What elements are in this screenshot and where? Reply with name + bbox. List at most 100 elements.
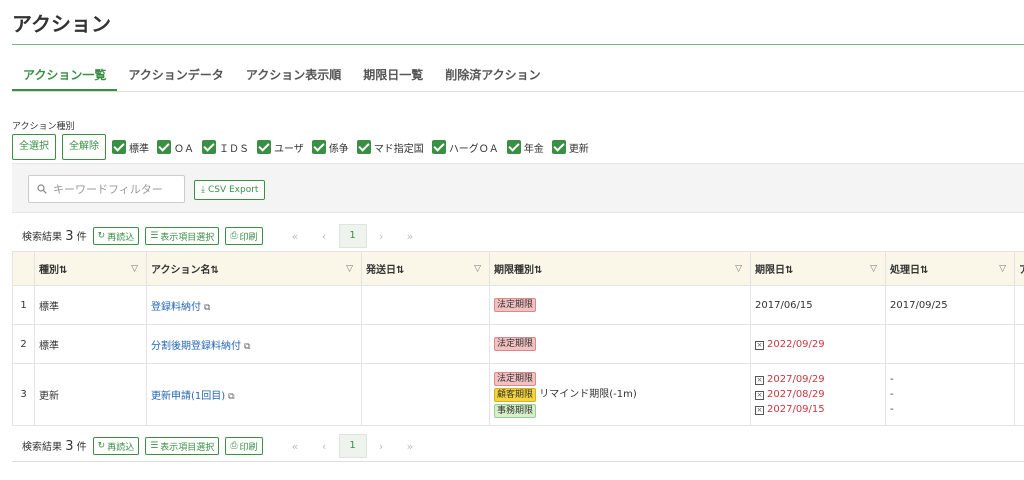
select-all-button[interactable]: 全選択 <box>12 134 56 160</box>
row-sent-date <box>361 363 490 426</box>
type-checkbox-label: 標準 <box>129 143 149 155</box>
row-deadline-type: 法定期限 <box>489 324 751 364</box>
type-checkbox-oa[interactable]: ＯＡ <box>157 140 194 155</box>
close-box-icon[interactable]: × <box>755 391 764 400</box>
filter-icon[interactable]: ▽ <box>131 264 138 274</box>
next-page-button[interactable]: › <box>367 440 396 453</box>
tab-deleted-actions[interactable]: 削除済アクション <box>434 60 551 91</box>
type-checkbox-hague-oa[interactable]: ハーグＯＡ <box>431 140 499 155</box>
header-deadline-type[interactable]: 期限種別⇅ ▽ <box>489 251 751 286</box>
overdue-date: 2022/09/29 <box>767 338 825 350</box>
column-select-button[interactable]: ☰ 表示項目選択 <box>145 437 220 455</box>
keyword-filter-input[interactable] <box>53 182 173 196</box>
statutory-deadline-tag: 法定期限 <box>494 371 537 386</box>
row-sent-date <box>361 285 490 325</box>
type-checkbox-annuity[interactable]: 年金 <box>506 140 544 155</box>
type-checkbox-label: マド指定国 <box>373 143 424 155</box>
filter-icon[interactable]: ▽ <box>735 264 742 274</box>
prev-page-button[interactable]: ‹ <box>310 230 339 243</box>
header-truncated[interactable]: ア <box>1014 251 1024 286</box>
header-action-name[interactable]: アクション名⇅ ▽ <box>146 251 362 286</box>
row-extra <box>1014 363 1024 426</box>
open-window-icon[interactable]: ⧉ <box>204 303 210 313</box>
row-deadline-type: 法定期限 顧客期限 リマインド期限(-1m) 事務期限 <box>489 363 751 426</box>
first-page-button[interactable]: « <box>281 440 310 453</box>
type-checkbox-label: 年金 <box>523 143 544 155</box>
clear-all-button[interactable]: 全解除 <box>62 134 106 160</box>
type-checkbox-ids[interactable]: ＩＤＳ <box>202 140 249 155</box>
filter-icon[interactable]: ▽ <box>346 264 353 274</box>
reload-button[interactable]: ↻ 再読込 <box>92 227 140 245</box>
close-box-icon[interactable]: × <box>755 340 764 350</box>
header-deadline[interactable]: 期限日⇅ ▽ <box>750 251 886 286</box>
type-checkbox-label: 更新 <box>568 143 589 155</box>
sort-icon[interactable]: ⇅ <box>785 265 793 276</box>
csv-export-button[interactable]: ⤓ CSV Export <box>194 180 266 200</box>
current-page[interactable]: 1 <box>338 224 367 248</box>
open-window-icon[interactable]: ⧉ <box>228 392 234 402</box>
overdue-date: 2027/08/29 <box>767 389 825 400</box>
row-processed-date: - - - <box>885 363 1015 426</box>
tab-action-list[interactable]: アクション一覧 <box>12 60 118 91</box>
action-type-label: アクション種別 <box>12 122 75 132</box>
header-index <box>12 251 35 286</box>
header-type[interactable]: 種別⇅ ▽ <box>34 251 147 286</box>
last-page-button[interactable]: » <box>396 440 425 453</box>
open-window-icon[interactable]: ⧉ <box>244 342 250 352</box>
action-name-link[interactable]: 登録料納付 <box>151 302 201 313</box>
last-page-button[interactable]: » <box>396 230 425 243</box>
type-checkbox-label: ユーザ <box>274 143 304 155</box>
type-checkbox-label: 係争 <box>328 143 349 155</box>
type-checkbox-renewal[interactable]: 更新 <box>551 140 589 155</box>
overdue-date: 2027/09/15 <box>767 404 825 415</box>
type-checkbox-dispute[interactable]: 係争 <box>311 140 349 155</box>
action-name-link[interactable]: 分割後期登録料納付 <box>151 341 241 352</box>
bottom-toolbar: 検索結果 3 件 ↻ 再読込 ☰ 表示項目選択 ⎙ 印刷 « ‹ 1 › » <box>22 434 425 458</box>
prev-page-button[interactable]: ‹ <box>310 440 339 453</box>
pagination: « ‹ 1 › » <box>281 434 425 458</box>
sort-icon[interactable]: ⇅ <box>534 265 542 276</box>
tab-action-data[interactable]: アクションデータ <box>117 60 234 91</box>
remind-note: リマインド期限(-1m) <box>539 388 637 400</box>
download-icon: ⤓ <box>201 185 205 195</box>
type-checkbox-standard[interactable]: 標準 <box>112 140 149 155</box>
tab-deadline-list[interactable]: 期限日一覧 <box>352 60 434 91</box>
close-box-icon[interactable]: × <box>755 406 764 415</box>
checkbox-checked-icon <box>356 140 371 154</box>
sort-icon[interactable]: ⇅ <box>920 265 928 276</box>
top-toolbar: 検索結果 3 件 ↻ 再読込 ☰ 表示項目選択 ⎙ 印刷 « ‹ 1 › » <box>22 224 425 248</box>
filter-icon[interactable]: ▽ <box>870 264 877 274</box>
row-extra <box>1014 285 1024 325</box>
row-deadline: × 2022/09/29 <box>750 324 886 364</box>
first-page-button[interactable]: « <box>281 230 310 243</box>
table-row: 1 標準 登録料納付 ⧉ 法定期限 2017/06/15 2017/09/25 <box>12 285 1024 325</box>
header-sent-date[interactable]: 発送日⇅ ▽ <box>361 251 490 286</box>
type-checkbox-user[interactable]: ユーザ <box>257 140 304 155</box>
sort-icon[interactable]: ⇅ <box>396 265 404 276</box>
print-button[interactable]: ⎙ 印刷 <box>225 437 263 455</box>
next-page-button[interactable]: › <box>367 230 396 243</box>
action-name-link[interactable]: 更新申請(1回目) <box>151 391 225 402</box>
page-title: アクション <box>12 12 111 36</box>
row-type: 標準 <box>34 324 147 364</box>
close-box-icon[interactable]: × <box>755 376 764 385</box>
type-checkbox-madrid[interactable]: マド指定国 <box>356 140 424 155</box>
checkbox-checked-icon <box>551 140 566 154</box>
keyword-filter-box[interactable] <box>28 175 185 203</box>
checkbox-checked-icon <box>257 140 271 154</box>
row-index: 2 <box>12 324 35 364</box>
current-page[interactable]: 1 <box>338 434 367 458</box>
statutory-deadline-tag: 法定期限 <box>494 298 537 312</box>
client-deadline-tag: 顧客期限 <box>494 387 537 402</box>
tab-action-order[interactable]: アクション表示順 <box>235 60 352 91</box>
filter-icon[interactable]: ▽ <box>999 264 1006 274</box>
sort-icon[interactable]: ⇅ <box>211 265 219 276</box>
refresh-icon: ↻ <box>97 441 106 451</box>
header-processed-date[interactable]: 処理日⇅ ▽ <box>885 251 1015 286</box>
print-button[interactable]: ⎙ 印刷 <box>225 227 263 245</box>
filter-icon[interactable]: ▽ <box>474 264 481 274</box>
sort-icon[interactable]: ⇅ <box>59 265 67 276</box>
column-select-button[interactable]: ☰ 表示項目選択 <box>145 227 220 245</box>
reload-button[interactable]: ↻ 再読込 <box>92 437 140 455</box>
row-sent-date <box>361 324 490 364</box>
